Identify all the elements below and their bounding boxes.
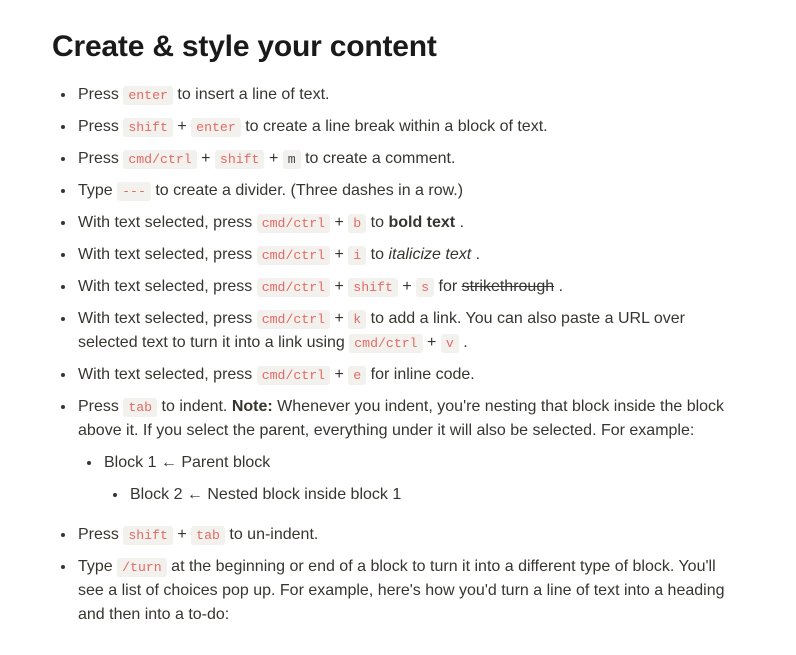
key-shift: shift (348, 278, 398, 297)
page-content: Create & style your content Press enter … (0, 0, 796, 655)
text: With text selected, press (78, 246, 257, 263)
italic-text-label: italicize text (388, 246, 471, 263)
text: . (559, 278, 563, 295)
text: to (371, 214, 389, 231)
key-shift: shift (215, 150, 265, 169)
note-label: Note: (232, 398, 273, 415)
text: . (463, 334, 467, 351)
list-item: With text selected, press cmd/ctrl + b t… (76, 207, 744, 239)
text: . (476, 246, 480, 263)
key-cmdctrl: cmd/ctrl (257, 214, 330, 233)
text: . (460, 214, 464, 231)
key-cmdctrl: cmd/ctrl (257, 366, 330, 385)
text: Block 2 ← Nested block inside block 1 (130, 486, 401, 503)
list-item: Type --- to create a divider. (Three das… (76, 175, 744, 207)
text: Block 1 ← Parent block (104, 454, 270, 471)
key-v: v (441, 334, 459, 353)
key-dashes: --- (117, 182, 151, 201)
list-item: Block 1 ← Parent block Block 2 ← Nested … (102, 447, 744, 515)
text: With text selected, press (78, 310, 257, 327)
key-shift: shift (123, 118, 173, 137)
key-shift: shift (123, 526, 173, 545)
text: to un-indent. (229, 526, 318, 543)
list-item: Press enter to insert a line of text. (76, 79, 744, 111)
text: Type (78, 182, 117, 199)
page-title: Create & style your content (52, 24, 744, 69)
key-b: b (348, 214, 366, 233)
text: for inline code. (371, 366, 475, 383)
text: + (177, 118, 191, 135)
text: to create a divider. (Three dashes in a … (155, 182, 463, 199)
text: + (335, 246, 349, 263)
key-enter: enter (123, 86, 173, 105)
key-turn: /turn (117, 558, 167, 577)
instruction-list: Press enter to insert a line of text. Pr… (52, 79, 744, 631)
text: to create a line break within a block of… (245, 118, 547, 135)
text: + (177, 526, 191, 543)
key-cmdctrl: cmd/ctrl (349, 334, 422, 353)
text: Press (78, 150, 123, 167)
key-cmdctrl: cmd/ctrl (257, 310, 330, 329)
key-m: m (283, 150, 301, 169)
list-item: With text selected, press cmd/ctrl + i t… (76, 239, 744, 271)
key-i: i (348, 246, 366, 265)
strike-text-label: strikethrough (462, 278, 555, 295)
key-s: s (416, 278, 434, 297)
list-item: With text selected, press cmd/ctrl + e f… (76, 359, 744, 391)
text: at the beginning or end of a block to tu… (78, 558, 725, 623)
text: With text selected, press (78, 278, 257, 295)
key-tab: tab (191, 526, 225, 545)
text: With text selected, press (78, 366, 257, 383)
key-e: e (348, 366, 366, 385)
text: Press (78, 118, 123, 135)
key-cmdctrl: cmd/ctrl (257, 278, 330, 297)
key-k: k (348, 310, 366, 329)
list-item: With text selected, press cmd/ctrl + k t… (76, 303, 744, 359)
list-item: Press tab to indent. Note: Whenever you … (76, 391, 744, 519)
list-item: With text selected, press cmd/ctrl + shi… (76, 271, 744, 303)
nested-list-level-2: Block 2 ← Nested block inside block 1 (104, 479, 744, 511)
nested-list-level-1: Block 1 ← Parent block Block 2 ← Nested … (78, 447, 744, 515)
text: to indent. (162, 398, 232, 415)
text: to create a comment. (305, 150, 455, 167)
text: to insert a line of text. (177, 86, 329, 103)
text: + (402, 278, 416, 295)
list-item: Block 2 ← Nested block inside block 1 (128, 479, 744, 511)
key-cmdctrl: cmd/ctrl (123, 150, 196, 169)
text: With text selected, press (78, 214, 257, 231)
text: for (439, 278, 462, 295)
key-tab: tab (123, 398, 157, 417)
list-item: Type /turn at the beginning or end of a … (76, 551, 744, 631)
text: Type (78, 558, 117, 575)
text: + (269, 150, 283, 167)
text: + (335, 214, 349, 231)
key-enter: enter (191, 118, 241, 137)
list-item: Press cmd/ctrl + shift + m to create a c… (76, 143, 744, 175)
bold-text-label: bold text (388, 214, 455, 231)
list-item: Press shift + enter to create a line bre… (76, 111, 744, 143)
text: + (335, 278, 349, 295)
text: Press (78, 398, 123, 415)
text: + (335, 366, 349, 383)
text: + (427, 334, 441, 351)
key-cmdctrl: cmd/ctrl (257, 246, 330, 265)
text: to (371, 246, 389, 263)
text: Press (78, 86, 123, 103)
text: + (335, 310, 349, 327)
list-item: Press shift + tab to un-indent. (76, 519, 744, 551)
text: Press (78, 526, 123, 543)
text: + (201, 150, 215, 167)
